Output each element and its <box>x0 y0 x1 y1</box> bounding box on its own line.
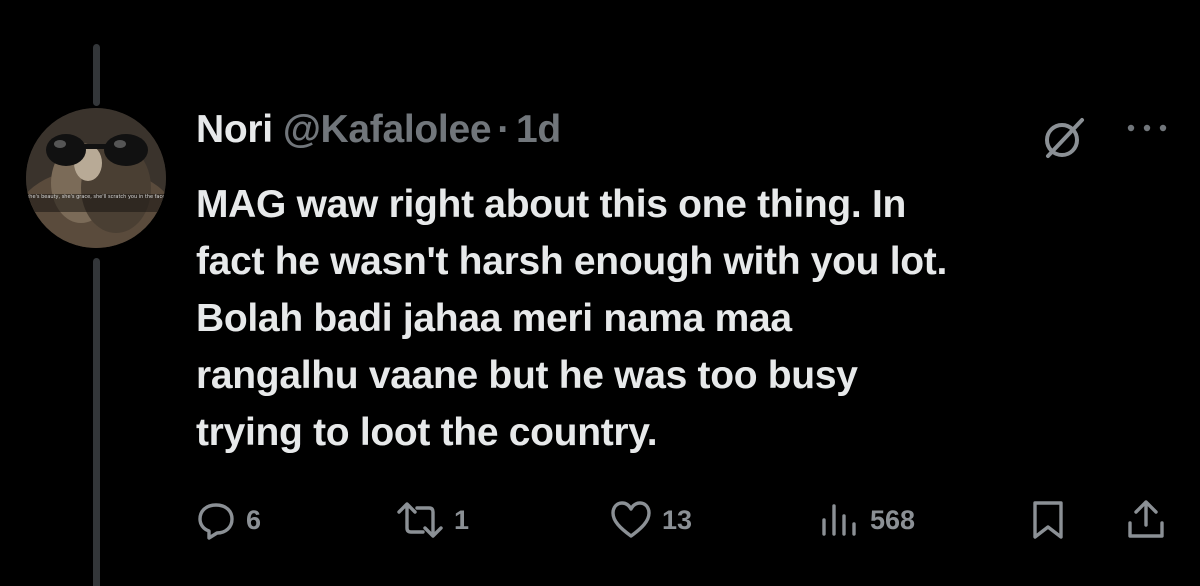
repost-button[interactable]: 1 <box>396 498 469 542</box>
avatar-caption: she's beauty, she's grace, she'll scratc… <box>26 194 166 200</box>
tweet-text-line: trying to loot the country. <box>196 411 658 454</box>
tweet-text-line: MAG waw right about this one thing. In <box>196 183 907 226</box>
thread-line-top <box>93 44 100 106</box>
author-name[interactable]: Nori <box>196 108 273 152</box>
avatar-image <box>26 108 166 248</box>
heart-icon <box>611 501 651 538</box>
views-icon <box>822 504 856 536</box>
author-handle[interactable]: @Kafalolee <box>283 108 492 152</box>
bookmark-icon <box>1033 501 1063 539</box>
thread-line-bottom <box>93 258 100 586</box>
more-icon[interactable] <box>1124 118 1170 138</box>
repost-icon <box>397 502 443 538</box>
bookmark-button[interactable] <box>1030 498 1066 542</box>
tweet-text-line: fact he wasn't harsh enough with you lot… <box>196 240 948 283</box>
views-count: 568 <box>870 504 916 535</box>
tweet-text: MAG waw right about this one thing. In f… <box>196 176 1156 461</box>
views-button[interactable]: 568 <box>820 498 915 542</box>
share-icon <box>1128 500 1164 538</box>
repost-count: 1 <box>454 504 470 535</box>
reply-count: 6 <box>246 504 262 535</box>
avatar[interactable]: she's beauty, she's grace, she'll scratc… <box>26 108 166 248</box>
reply-icon <box>198 503 234 540</box>
grok-icon[interactable] <box>1040 114 1088 162</box>
tweet-text-line: Bolah badi jahaa meri nama maa <box>196 297 792 340</box>
tweet-time[interactable]: 1d <box>516 108 561 152</box>
like-button[interactable]: 13 <box>610 498 692 542</box>
tweet-header: Nori @Kafalolee · 1d <box>196 108 561 158</box>
reply-button[interactable]: 6 <box>196 498 261 542</box>
like-count: 13 <box>662 504 693 535</box>
tweet-text-line: rangalhu vaane but he was too busy <box>196 354 858 397</box>
separator-dot: · <box>497 108 510 151</box>
share-button[interactable] <box>1126 498 1166 542</box>
